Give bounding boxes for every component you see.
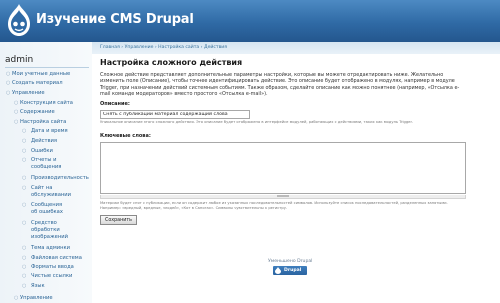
nav-bullet-icon: ○ [22, 138, 27, 144]
nav-bullet-icon: ○ [22, 245, 27, 251]
nav-bullet-icon: ○ [22, 148, 27, 154]
nav-bullet-icon: ○ [22, 175, 27, 181]
sidebar-item-maintenance[interactable]: Сайт на [31, 185, 52, 191]
save-button[interactable]: Сохранить [100, 215, 137, 225]
page-title: Настройка сложного действия [100, 58, 243, 67]
breadcrumb[interactable]: Главная › Управление › Настройка сайта ›… [100, 45, 227, 50]
sidebar-item-content[interactable]: Содержание [20, 109, 55, 115]
sidebar-item-clean-urls[interactable]: Чистые ссылки [31, 273, 72, 279]
nav-bullet-icon: ○ [14, 295, 19, 301]
sidebar-item-my-account[interactable]: Мои учетные данные [12, 71, 70, 77]
nav-bullet-icon: ○ [14, 100, 19, 106]
intro-text: Сложное действие представляет дополнител… [100, 72, 460, 98]
keywords-help: Материал будет снят с публикации, если о… [100, 201, 448, 210]
powered-by-drupal-badge[interactable]: Drupal [273, 266, 307, 275]
drupal-drop-icon [275, 267, 281, 274]
main-content-area: Главная › Управление › Настройка сайта ›… [92, 42, 500, 303]
grip-icon [277, 195, 289, 197]
nav-bullet-icon: ○ [22, 128, 27, 134]
sidebar-item-image-toolkit-cont2[interactable]: изображений [31, 234, 68, 240]
sidebar-item-administer[interactable]: Управление [12, 90, 45, 96]
nav-bullet-icon: ○ [6, 80, 11, 86]
sidebar-item-language[interactable]: Язык [31, 283, 45, 289]
sidebar-item-maintenance-cont[interactable]: обслуживании [31, 192, 71, 198]
sidebar-item-date-time[interactable]: Дата и время [31, 128, 68, 134]
badge-label: Drupal [284, 267, 302, 273]
description-help: Уникальное описание этого сложного дейст… [100, 120, 413, 124]
sidebar-item-performance[interactable]: Производительность [31, 175, 89, 181]
description-label: Описание: [100, 101, 130, 107]
sidebar-item-administer-2[interactable]: Управление [20, 295, 53, 301]
drupal-logo-icon[interactable] [6, 3, 32, 37]
sidebar-item-admin-theme[interactable]: Тема админки [31, 245, 70, 251]
sidebar-item-image-toolkit-cont[interactable]: обработки [31, 227, 60, 233]
left-sidebar: admin ○ Мои учетные данные ○ Создать мат… [0, 42, 92, 303]
site-name[interactable]: Изучение CMS Drupal [36, 12, 194, 27]
nav-bullet-icon: ○ [14, 109, 19, 115]
sidebar-item-file-system[interactable]: Файловая система [31, 255, 82, 261]
nav-bullet-icon: ○ [6, 71, 11, 77]
nav-bullet-icon: ○ [22, 264, 27, 270]
description-input[interactable] [100, 110, 250, 119]
sidebar-item-input-formats[interactable]: Форматы ввода [31, 264, 74, 270]
nav-bullet-icon: ○ [22, 283, 27, 289]
nav-bullet-icon: ○ [22, 255, 27, 261]
keywords-label: Ключевые слова: [100, 133, 151, 139]
sidebar-item-site-config[interactable]: Настройка сайта [20, 119, 66, 125]
sidebar-item-actions[interactable]: Действия [31, 138, 57, 144]
sidebar-divider [5, 67, 89, 68]
keywords-textarea[interactable] [100, 142, 466, 194]
sidebar-item-create-content[interactable]: Создать материал [12, 80, 63, 86]
sidebar-item-image-toolkit[interactable]: Средство [31, 220, 57, 226]
nav-bullet-icon: ○ [14, 119, 19, 125]
nav-bullet-icon: ○ [22, 202, 27, 208]
sidebar-item-reports-cont[interactable]: сообщения [31, 164, 61, 170]
nav-bullet-icon: ○ [6, 90, 11, 96]
footer-text: Уменьшено Drupal [268, 259, 313, 264]
sidebar-item-error-reporting[interactable]: Сообщения [31, 202, 62, 208]
sidebar-item-error-reporting-cont[interactable]: об ошибках [31, 209, 63, 215]
textarea-resize-grip[interactable] [100, 195, 466, 199]
site-header: Изучение CMS Drupal [0, 0, 500, 42]
user-name-heading: admin [5, 55, 34, 65]
nav-bullet-icon: ○ [22, 273, 27, 279]
sidebar-item-errors[interactable]: Ошибки [31, 148, 53, 154]
breadcrumb-bar: Главная › Управление › Настройка сайта ›… [92, 42, 500, 54]
sidebar-item-site-building[interactable]: Конструкция сайта [20, 100, 73, 106]
nav-bullet-icon: ○ [22, 185, 27, 191]
nav-bullet-icon: ○ [22, 157, 27, 163]
sidebar-item-reports[interactable]: Отчеты и [31, 157, 57, 163]
nav-bullet-icon: ○ [22, 220, 27, 226]
